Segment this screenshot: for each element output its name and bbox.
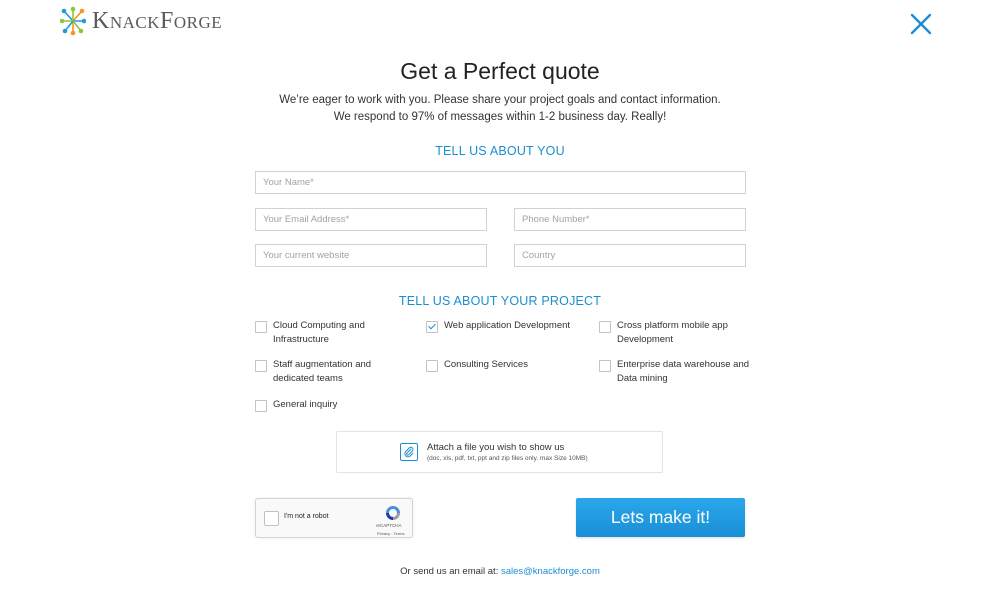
option-label: Staff augmentation and dedicated teams (273, 359, 372, 384)
option-general-inquiry[interactable]: General inquiry (255, 398, 388, 412)
checkbox[interactable] (255, 400, 267, 412)
checkbox[interactable] (255, 360, 267, 372)
paperclip-icon (400, 443, 418, 461)
email-link[interactable]: sales@knackforge.com (501, 566, 600, 577)
recaptcha-brand: reCAPTCHA (376, 523, 402, 528)
attach-file-button[interactable]: Attach a file you wish to show us (doc, … (336, 431, 663, 473)
checkbox[interactable] (599, 360, 611, 372)
close-icon[interactable] (907, 10, 935, 38)
option-label: Web application Development (444, 320, 571, 331)
recaptcha-links[interactable]: Privacy - Terms (377, 531, 404, 536)
recaptcha-widget: I'm not a robot reCAPTCHA Privacy - Term… (255, 498, 413, 538)
option-staff-augmentation[interactable]: Staff augmentation and dedicated teams (255, 358, 383, 386)
logo[interactable]: KnackForge (60, 6, 222, 36)
option-consulting-services[interactable]: Consulting Services (426, 358, 559, 372)
recaptcha-label: I'm not a robot (284, 513, 329, 520)
phone-field[interactable] (514, 208, 746, 231)
submit-button[interactable]: Lets make it! (576, 498, 745, 537)
checkbox[interactable] (599, 321, 611, 333)
country-field[interactable] (514, 244, 746, 267)
project-heading: TELL US ABOUT YOUR PROJECT (398, 294, 602, 308)
option-label: General inquiry (273, 399, 338, 410)
email-field[interactable] (255, 208, 487, 231)
checkbox-checked[interactable] (426, 321, 438, 333)
footer-text: Or send us an email at: (400, 566, 501, 577)
name-field[interactable] (255, 171, 746, 194)
footer: Or send us an email at: sales@knackforge… (0, 566, 1000, 577)
subtitle-line-2: We respond to 97% of messages within 1-2… (333, 111, 667, 123)
option-cloud-computing[interactable]: Cloud Computing and Infrastructure (255, 319, 388, 347)
option-enterprise-data[interactable]: Enterprise data warehouse and Data minin… (599, 358, 757, 386)
option-label: Enterprise data warehouse and Data minin… (617, 359, 750, 384)
recaptcha-logo-icon (386, 506, 400, 520)
about-you-heading: TELL US ABOUT YOU (435, 144, 565, 158)
page-title: Get a Perfect quote (400, 58, 600, 84)
brand-name: KnackForge (92, 7, 223, 34)
recaptcha-checkbox[interactable] (264, 511, 279, 526)
checkbox[interactable] (426, 360, 438, 372)
option-label: Cross platform mobile app Development (617, 320, 728, 345)
option-label: Consulting Services (444, 359, 528, 370)
option-cross-platform-mobile[interactable]: Cross platform mobile app Development (599, 319, 742, 347)
option-web-application[interactable]: Web application Development (426, 319, 584, 333)
website-field[interactable] (255, 244, 487, 267)
attach-title: Attach a file you wish to show us (427, 442, 565, 453)
checkbox[interactable] (255, 321, 267, 333)
subtitle-line-1: We’re eager to work with you. Please sha… (279, 94, 721, 106)
attach-note: (doc, xls, pdf, txt, ppt and zip files o… (427, 455, 588, 462)
option-label: Cloud Computing and Infrastructure (273, 320, 365, 345)
starburst-logo-icon (60, 6, 86, 36)
